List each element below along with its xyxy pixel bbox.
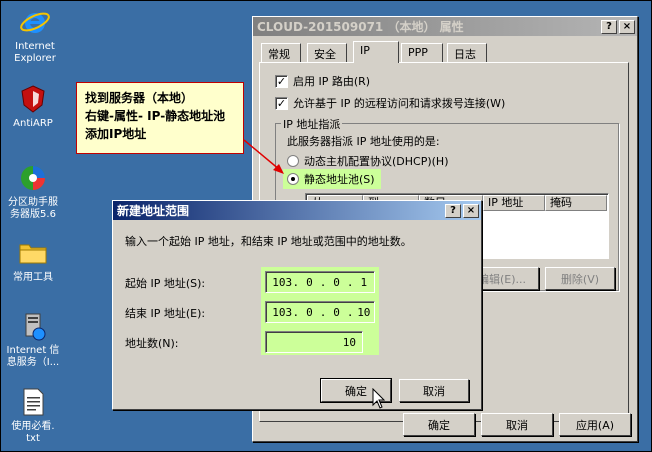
mouse-pointer-icon [372,388,386,409]
callout-arrow [243,139,284,174]
callout-line: 添加IP地址 [85,127,147,141]
instruction-callout: 找到服务器（本地） 右键-属性- IP-静态地址池 添加IP地址 [76,82,244,154]
callout-line: 找到服务器（本地） [85,91,194,105]
callout-line: 右键-属性- IP-静态地址池 [85,109,226,123]
